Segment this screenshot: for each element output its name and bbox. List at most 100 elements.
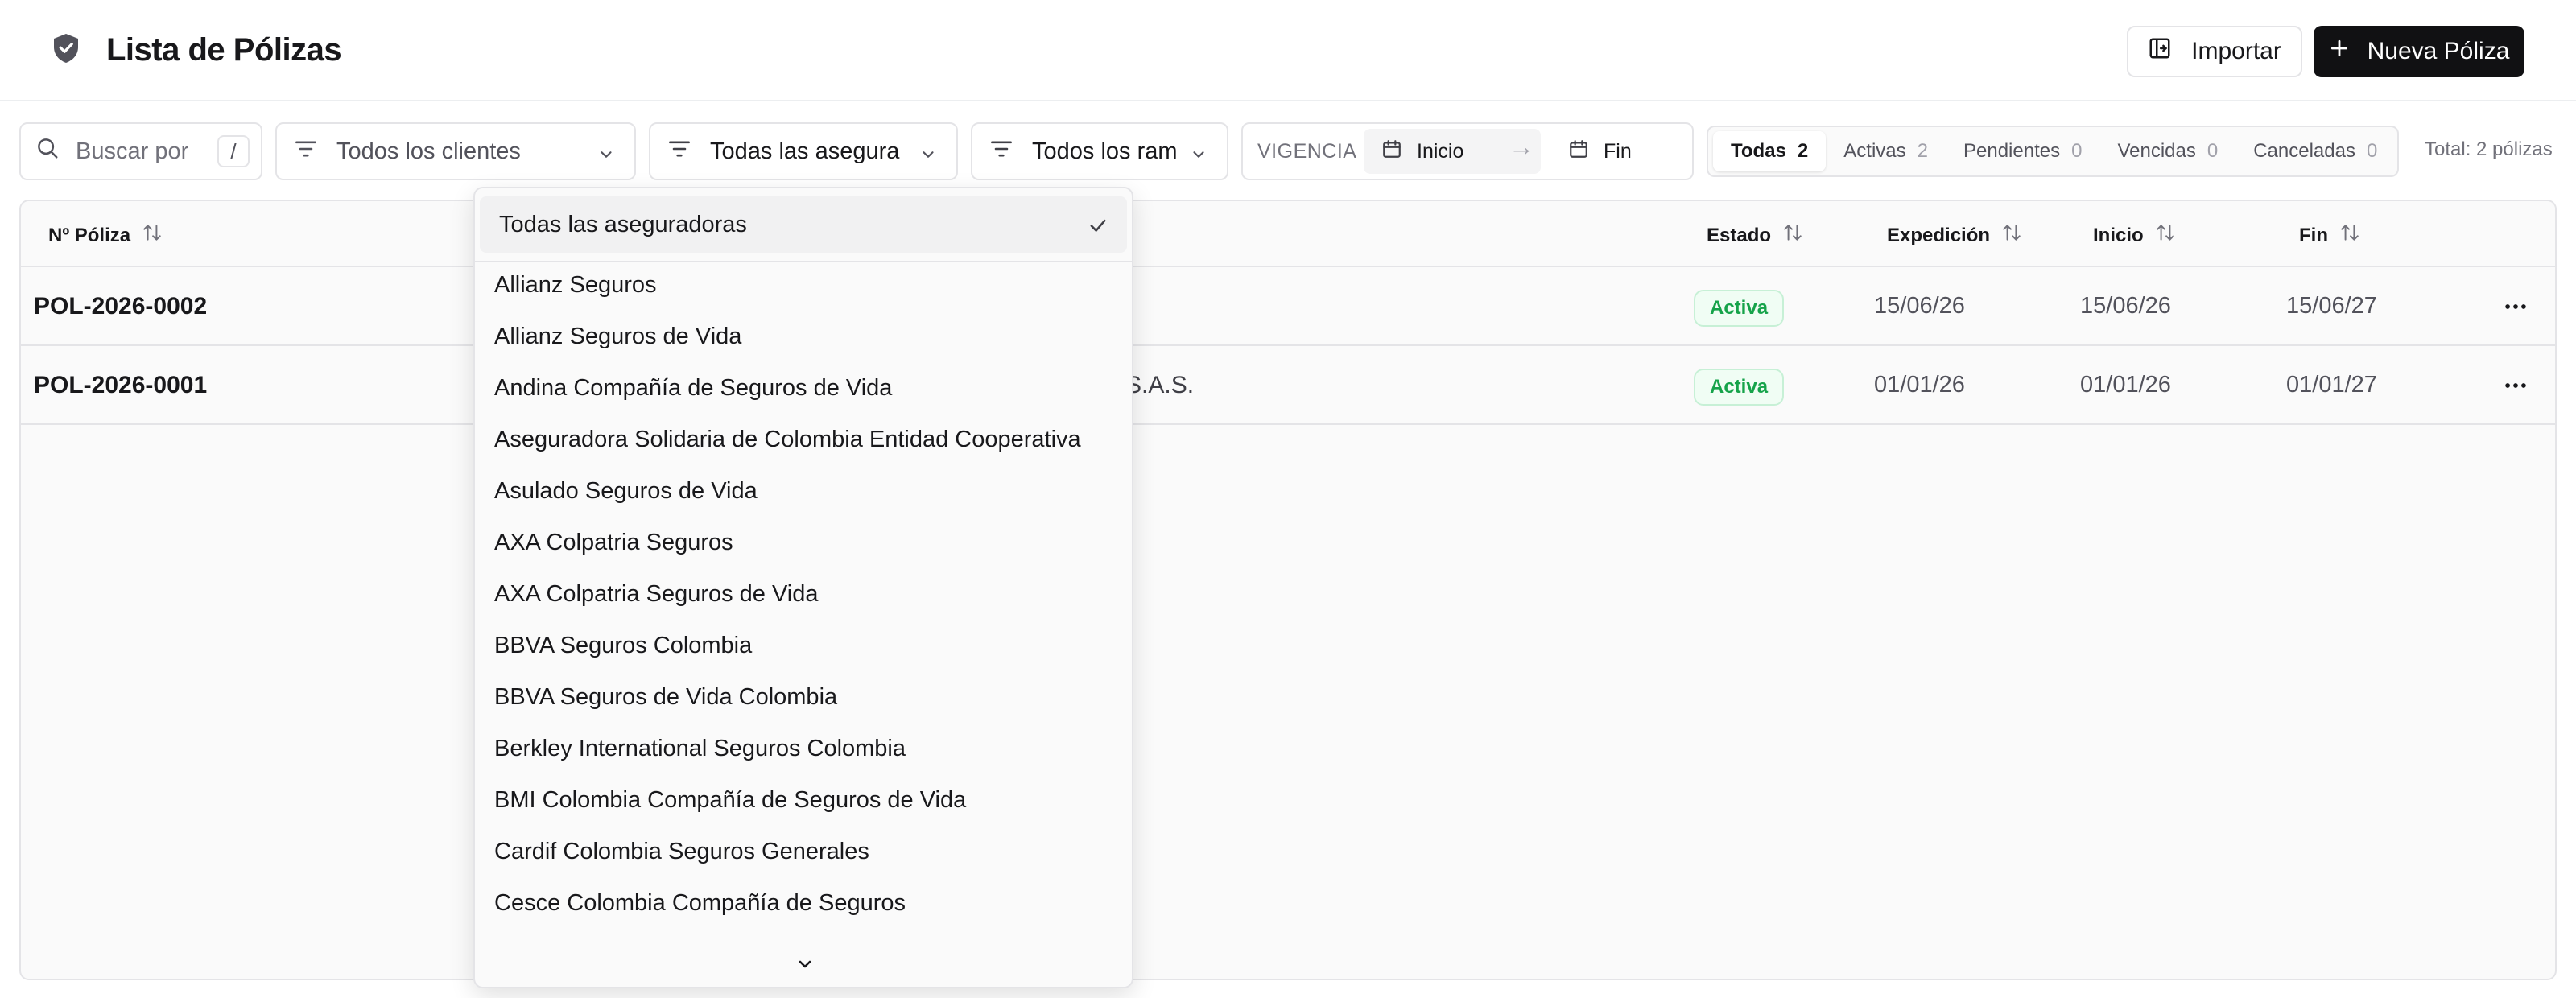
policy-number[interactable]: POL-2026-0001: [34, 372, 207, 399]
dropdown-option[interactable]: Asulado Seguros de Vida: [494, 478, 758, 505]
import-icon: [2148, 36, 2172, 67]
tab-count: 0: [2366, 140, 2378, 162]
policy-number[interactable]: POL-2026-0002: [34, 293, 207, 320]
column-header-policy-no[interactable]: Nº Póliza: [48, 222, 163, 249]
search-shortcut-key: /: [217, 135, 250, 167]
dropdown-option[interactable]: Cardif Colombia Seguros Generales: [494, 839, 869, 865]
dropdown-option[interactable]: Allianz Seguros de Vida: [494, 324, 741, 350]
more-options-icon[interactable]: [2502, 373, 2529, 402]
dropdown-option[interactable]: AXA Colpatria Seguros de Vida: [494, 581, 819, 608]
page-header: Lista de Pólizas: [52, 32, 342, 68]
sort-icon: [2339, 222, 2360, 249]
page-title: Lista de Pólizas: [106, 32, 342, 68]
ramo-filter-select[interactable]: Todos los ramos: [971, 122, 1228, 180]
column-label: Expedición: [1887, 224, 1991, 246]
table-header: Nº Póliza Estado Expedición Inicio Fin: [21, 201, 2555, 267]
client-filter-value: Todos los clientes: [336, 138, 521, 164]
client-name: S.A.S.: [1125, 372, 1195, 398]
calendar-icon: [1381, 138, 1402, 165]
column-header-issued[interactable]: Expedición: [1887, 222, 2022, 249]
column-label: Estado: [1707, 224, 1772, 246]
tab-count: 2: [1917, 140, 1928, 162]
start-date: 15/06/26: [2080, 293, 2171, 319]
end-date: 01/01/27: [2286, 372, 2377, 398]
tab-vencidas[interactable]: Vencidas 0: [2099, 131, 2235, 171]
end-date-input[interactable]: Fin: [1550, 129, 1689, 174]
tab-count: 2: [1797, 140, 1809, 162]
tab-canceladas[interactable]: Canceladas 0: [2235, 131, 2395, 171]
sort-icon: [142, 222, 163, 249]
more-options-icon[interactable]: [2502, 295, 2529, 323]
shield-icon: [52, 32, 80, 68]
dropdown-option[interactable]: Allianz Seguros: [494, 272, 657, 299]
end-date-placeholder: Fin: [1604, 139, 1632, 163]
search-icon: [35, 136, 60, 167]
vigencia-label: VIGENCIA: [1257, 140, 1357, 163]
tab-count: 0: [2207, 140, 2219, 162]
plus-icon: [2329, 38, 2350, 65]
policies-table: Nº Póliza Estado Expedición Inicio Fin P…: [19, 200, 2557, 980]
dropdown-option[interactable]: BBVA Seguros Colombia: [494, 633, 752, 659]
tab-label: Vencidas: [2117, 140, 2196, 162]
import-label: Importar: [2191, 38, 2281, 64]
client-filter-select[interactable]: Todos los clientes: [275, 122, 636, 180]
column-header-start[interactable]: Inicio: [2093, 222, 2176, 249]
new-policy-button[interactable]: Nueva Póliza: [2314, 26, 2524, 77]
insurer-dropdown-menu: Todas las aseguradoras Allianz Seguros A…: [473, 187, 1133, 988]
search-input[interactable]: Buscar por /: [19, 122, 262, 180]
status-tabs: Todas 2 Activas 2 Pendientes 0 Vencidas …: [1707, 126, 2399, 177]
dropdown-option[interactable]: BBVA Seguros de Vida Colombia: [494, 684, 837, 711]
filter-icon: [668, 138, 691, 165]
start-date: 01/01/26: [2080, 372, 2171, 398]
dropdown-divider: [475, 261, 1132, 262]
sort-icon: [1782, 222, 1803, 249]
tab-label: Activas: [1843, 140, 1906, 162]
dropdown-option[interactable]: BMI Colombia Compañía de Seguros de Vida: [494, 787, 966, 814]
top-bar: Lista de Pólizas Importar Nueva Póliza: [0, 0, 2576, 101]
tab-activas[interactable]: Activas 2: [1826, 131, 1946, 171]
dropdown-option-selected[interactable]: Todas las aseguradoras: [480, 196, 1127, 253]
insurer-filter-value: Todas las aseguradoras: [710, 138, 900, 164]
sort-icon: [2155, 222, 2176, 249]
tab-label: Todas: [1731, 140, 1786, 162]
dropdown-option[interactable]: Berkley International Seguros Colombia: [494, 736, 906, 762]
vigencia-date-range: VIGENCIA Inicio → Fin: [1241, 122, 1694, 180]
table-row[interactable]: POL-2026-0001 S.A.S. Activa 01/01/26 01/…: [21, 346, 2555, 425]
start-date-placeholder: Inicio: [1417, 139, 1464, 163]
column-label: Nº Póliza: [48, 224, 131, 246]
tab-label: Pendientes: [1963, 140, 2061, 162]
ramo-filter-value: Todos los ramos: [1032, 138, 1177, 164]
tab-count: 0: [2071, 140, 2083, 162]
dropdown-option[interactable]: Andina Compañía de Seguros de Vida: [494, 375, 892, 402]
status-badge: Activa: [1694, 290, 1785, 327]
tab-todas[interactable]: Todas 2: [1713, 131, 1827, 171]
chevron-down-icon: [919, 143, 937, 170]
dropdown-option[interactable]: Aseguradora Solidaria de Colombia Entida…: [494, 427, 1081, 453]
chevron-down-icon: [597, 143, 615, 170]
filter-icon: [295, 138, 317, 165]
table-row[interactable]: POL-2026-0002 Activa 15/06/26 15/06/26 1…: [21, 267, 2555, 346]
end-date: 15/06/27: [2286, 293, 2377, 319]
arrow-right-icon: →: [1509, 132, 1534, 161]
insurer-filter-select[interactable]: Todas las aseguradoras: [649, 122, 958, 180]
column-header-status[interactable]: Estado: [1707, 222, 1803, 249]
scroll-down-chevron-icon[interactable]: [795, 955, 815, 978]
option-label: Todas las aseguradoras: [499, 211, 747, 237]
sort-icon: [2001, 222, 2022, 249]
new-policy-label: Nueva Póliza: [2367, 38, 2510, 64]
chevron-down-icon: [1190, 143, 1208, 170]
column-label: Inicio: [2093, 224, 2144, 246]
tab-pendientes[interactable]: Pendientes 0: [1946, 131, 2099, 171]
dropdown-option[interactable]: Cesce Colombia Compañía de Seguros: [494, 890, 906, 917]
status-badge: Activa: [1694, 369, 1785, 406]
dropdown-option[interactable]: AXA Colpatria Seguros: [494, 530, 733, 556]
tab-label: Canceladas: [2253, 140, 2355, 162]
column-label: Fin: [2299, 224, 2328, 246]
issued-date: 01/01/26: [1874, 372, 1965, 398]
import-button[interactable]: Importar: [2127, 26, 2302, 77]
column-header-end[interactable]: Fin: [2299, 222, 2360, 249]
search-placeholder: Buscar por: [76, 138, 189, 164]
issued-date: 15/06/26: [1874, 293, 1965, 319]
check-icon: [1087, 214, 1109, 243]
filter-icon: [990, 138, 1013, 165]
